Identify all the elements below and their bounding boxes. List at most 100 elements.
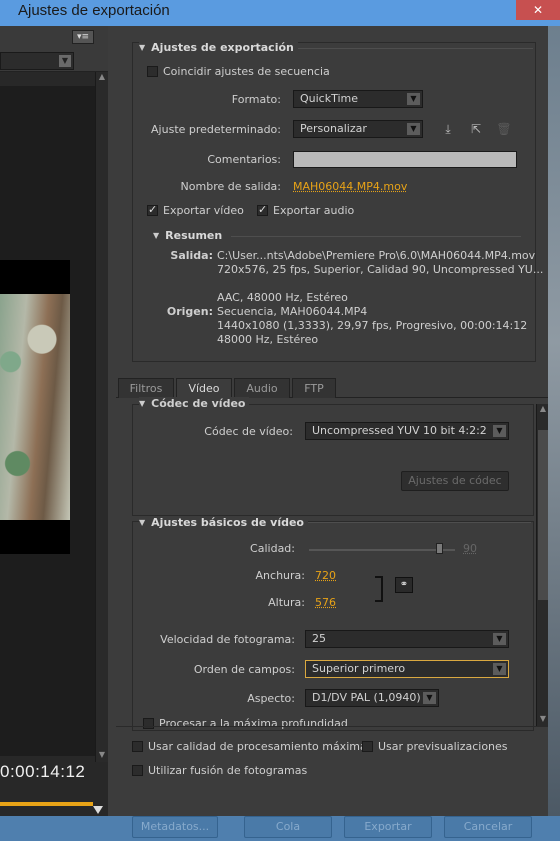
aspect-value: D1/DV PAL (1,0940): [312, 691, 421, 704]
width-label: Anchura:: [255, 569, 305, 582]
timeline-range-bar[interactable]: [0, 802, 93, 806]
output-name-link[interactable]: MAH06044.MP4.mov: [293, 180, 407, 193]
desktop-edge: [548, 26, 560, 816]
chevron-down-icon: ▼: [59, 55, 71, 67]
comments-input[interactable]: [293, 151, 517, 168]
chevron-down-icon: ▼: [407, 123, 420, 135]
codec-header[interactable]: ▼ Códec de vídeo: [139, 397, 250, 410]
field-order-dropdown[interactable]: Superior primero ▼: [305, 660, 509, 678]
format-dropdown[interactable]: QuickTime ▼: [293, 90, 423, 108]
source-dropdown[interactable]: ▼: [0, 52, 74, 70]
tab-video[interactable]: Vídeo: [176, 378, 232, 398]
preset-dropdown[interactable]: Personalizar ▼: [293, 120, 423, 138]
divider: [297, 48, 533, 49]
checkbox-box: [132, 765, 143, 776]
codec-section: ▼ Códec de vídeo Códec de vídeo: Uncompr…: [132, 397, 534, 516]
checkbox-box: [132, 741, 143, 752]
field-order-label: Orden de campos:: [193, 663, 295, 676]
quality-slider-thumb[interactable]: [436, 543, 444, 554]
summary-source-label: Origen:: [166, 305, 213, 318]
close-icon: ✕: [532, 3, 544, 17]
scroll-up-icon[interactable]: ▲: [537, 404, 549, 416]
field-order-value: Superior primero: [312, 662, 406, 675]
export-audio-checkbox[interactable]: Exportar audio: [257, 203, 355, 217]
codec-title: Códec de vídeo: [151, 397, 246, 410]
collapse-triangle-icon: ▼: [153, 231, 160, 240]
frame-rate-dropdown[interactable]: 25 ▼: [305, 630, 509, 648]
chain-link-icon[interactable]: ⚭: [395, 577, 413, 593]
import-preset-icon[interactable]: ⇱: [467, 121, 485, 137]
quality-label: Calidad:: [250, 542, 295, 555]
scrollbar-thumb[interactable]: [538, 430, 548, 600]
match-sequence-label: Coincidir ajustes de secuencia: [163, 65, 330, 78]
export-video-checkbox[interactable]: Exportar vídeo: [147, 203, 244, 217]
delete-preset-icon[interactable]: 🗑: [495, 121, 513, 137]
scroll-up-icon[interactable]: ▲: [96, 72, 108, 84]
tab-audio[interactable]: Audio: [234, 378, 290, 398]
preview-panel: ▾≡ ▼ ▲ ▼ 0:00:14:12: [0, 26, 108, 816]
max-quality-label: Usar calidad de procesamiento máxima: [148, 740, 367, 753]
summary-source-line-1: Secuencia, MAH06044.MP4: [217, 305, 368, 318]
settings-scrollbar[interactable]: ▲ ▼: [536, 404, 548, 726]
save-preset-icon[interactable]: ⤓: [439, 121, 457, 137]
metadata-button[interactable]: Metadatos...: [132, 816, 218, 838]
queue-button[interactable]: Cola: [244, 816, 332, 838]
chevron-down-icon: ▼: [493, 663, 506, 675]
height-label: Altura:: [268, 596, 305, 609]
title-bar: Ajustes de exportación ✕: [0, 0, 560, 26]
frame-rate-value: 25: [312, 632, 326, 645]
chevron-down-icon: ▼: [493, 633, 506, 645]
aspect-dropdown[interactable]: D1/DV PAL (1,0940) ▼: [305, 689, 439, 707]
summary-output-line-2: 720x576, 25 fps, Superior, Calidad 90, U…: [217, 263, 544, 276]
basic-video-header[interactable]: ▼ Ajustes básicos de vídeo: [139, 516, 308, 529]
summary-source-line-2: 1440x1080 (1,3333), 29,97 fps, Progresiv…: [217, 319, 528, 332]
timecode-display: 0:00:14:12: [0, 762, 86, 781]
export-button[interactable]: Exportar: [344, 816, 432, 838]
use-previews-checkbox[interactable]: Usar previsualizaciones: [362, 740, 508, 753]
divider: [299, 522, 531, 523]
width-value[interactable]: 720: [315, 569, 336, 582]
codec-dropdown[interactable]: Uncompressed YUV 10 bit 4:2:2 ▼: [305, 422, 509, 440]
scroll-down-icon[interactable]: ▼: [537, 714, 549, 726]
scroll-down-icon[interactable]: ▼: [96, 750, 108, 762]
format-label: Formato:: [231, 93, 281, 106]
codec-label: Códec de vídeo:: [204, 425, 293, 438]
window-title: Ajustes de exportación: [18, 2, 170, 19]
comments-label: Comentarios:: [207, 153, 281, 166]
quality-slider[interactable]: [309, 549, 455, 551]
max-quality-checkbox[interactable]: Usar calidad de procesamiento máxima: [132, 740, 367, 753]
panel-menu-icon[interactable]: ▾≡: [72, 30, 94, 44]
format-value: QuickTime: [300, 92, 359, 105]
output-name-label: Nombre de salida:: [180, 180, 281, 193]
tab-filtros[interactable]: Filtros: [118, 378, 174, 398]
divider: [116, 726, 548, 727]
frame-blend-label: Utilizar fusión de fotogramas: [148, 764, 308, 777]
checkbox-box: [257, 203, 268, 216]
export-settings-header[interactable]: ▼ Ajustes de exportación: [139, 41, 298, 54]
chevron-down-icon: ▼: [407, 93, 420, 105]
match-sequence-checkbox[interactable]: Coincidir ajustes de secuencia: [147, 65, 330, 78]
tab-ftp[interactable]: FTP: [292, 378, 336, 398]
settings-tabs: Filtros Vídeo Audio FTP: [116, 378, 548, 398]
max-depth-checkbox[interactable]: Procesar a la máxima profundidad: [143, 716, 348, 730]
export-video-label: Exportar vídeo: [163, 204, 244, 217]
frame-blend-checkbox[interactable]: Utilizar fusión de fotogramas: [132, 764, 307, 777]
summary-header[interactable]: ▼ Resumen: [153, 229, 227, 242]
preview-scrollbar[interactable]: ▲ ▼: [95, 72, 108, 762]
use-previews-label: Usar previsualizaciones: [378, 740, 508, 753]
cancel-button[interactable]: Cancelar: [444, 816, 532, 838]
codec-settings-button[interactable]: Ajustes de códec: [401, 471, 509, 491]
chevron-down-icon: ▼: [493, 425, 506, 437]
preset-value: Personalizar: [300, 122, 367, 135]
close-window-button[interactable]: ✕: [516, 0, 560, 20]
settings-panel: ▼ Ajustes de exportación Coincidir ajust…: [116, 26, 548, 841]
quality-value[interactable]: 90: [463, 542, 477, 555]
checkbox-box: [147, 203, 158, 216]
aspect-lock-bracket: [375, 576, 383, 602]
playhead-icon[interactable]: [93, 806, 103, 814]
height-value[interactable]: 576: [315, 596, 336, 609]
export-audio-label: Exportar audio: [273, 204, 355, 217]
chevron-down-icon: ▼: [423, 692, 436, 704]
codec-value: Uncompressed YUV 10 bit 4:2:2: [312, 424, 487, 437]
summary-output-line-1: C:\User...nts\Adobe\Premiere Pro\6.0\MAH…: [217, 249, 536, 262]
